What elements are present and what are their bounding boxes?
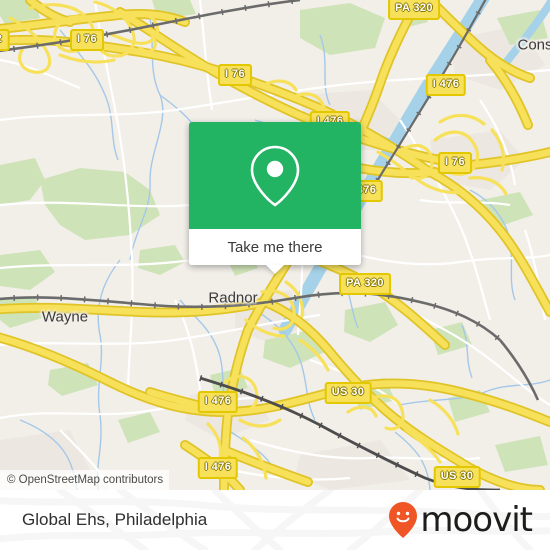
map-canvas[interactable]: Cons Radnor Wayne I 476 I 476 PA 320 I 7… [0,0,550,490]
shield-i-76-upper-mid: I 76 [218,64,252,86]
shield-us-30-lower: US 30 [433,466,481,488]
card-pointer-tail [266,265,284,274]
moovit-logo[interactable]: moovit [388,500,533,540]
place-label-conshohocken: Cons [517,36,550,54]
place-label-radnor: Radnor [208,289,258,307]
map-pin-icon [250,145,300,207]
bottom-info-bar: Global Ehs, Philadelphia moovit [0,490,550,550]
shield-i-476-bottom: I 476 [197,457,239,479]
shield-i-476-upper-right: I 476 [425,74,467,96]
place-label-wayne: Wayne [41,308,89,326]
shield-route-edge-left: 2 [0,29,10,51]
place-title: Global Ehs, Philadelphia [22,510,208,529]
card-image-panel [189,122,361,229]
shield-i-76-left: I 76 [70,29,104,51]
map-page: Cons Radnor Wayne I 476 I 476 PA 320 I 7… [0,0,550,550]
shield-us-30-mid: US 30 [324,382,372,404]
shield-i-476-lower: I 476 [197,391,239,413]
shield-pa-320-mid: PA 320 [339,273,391,295]
take-me-there-label: Take me there [227,238,323,256]
take-me-there-card[interactable]: Take me there [189,122,361,274]
map-attribution[interactable]: © OpenStreetMap contributors [0,470,170,490]
moovit-pin-smiley-icon [389,502,418,538]
moovit-wordmark: moovit [420,500,533,540]
card-footer[interactable]: Take me there [189,229,361,274]
shield-i-76-right: I 76 [438,152,472,174]
shield-pa-320-north: PA 320 [388,0,440,20]
